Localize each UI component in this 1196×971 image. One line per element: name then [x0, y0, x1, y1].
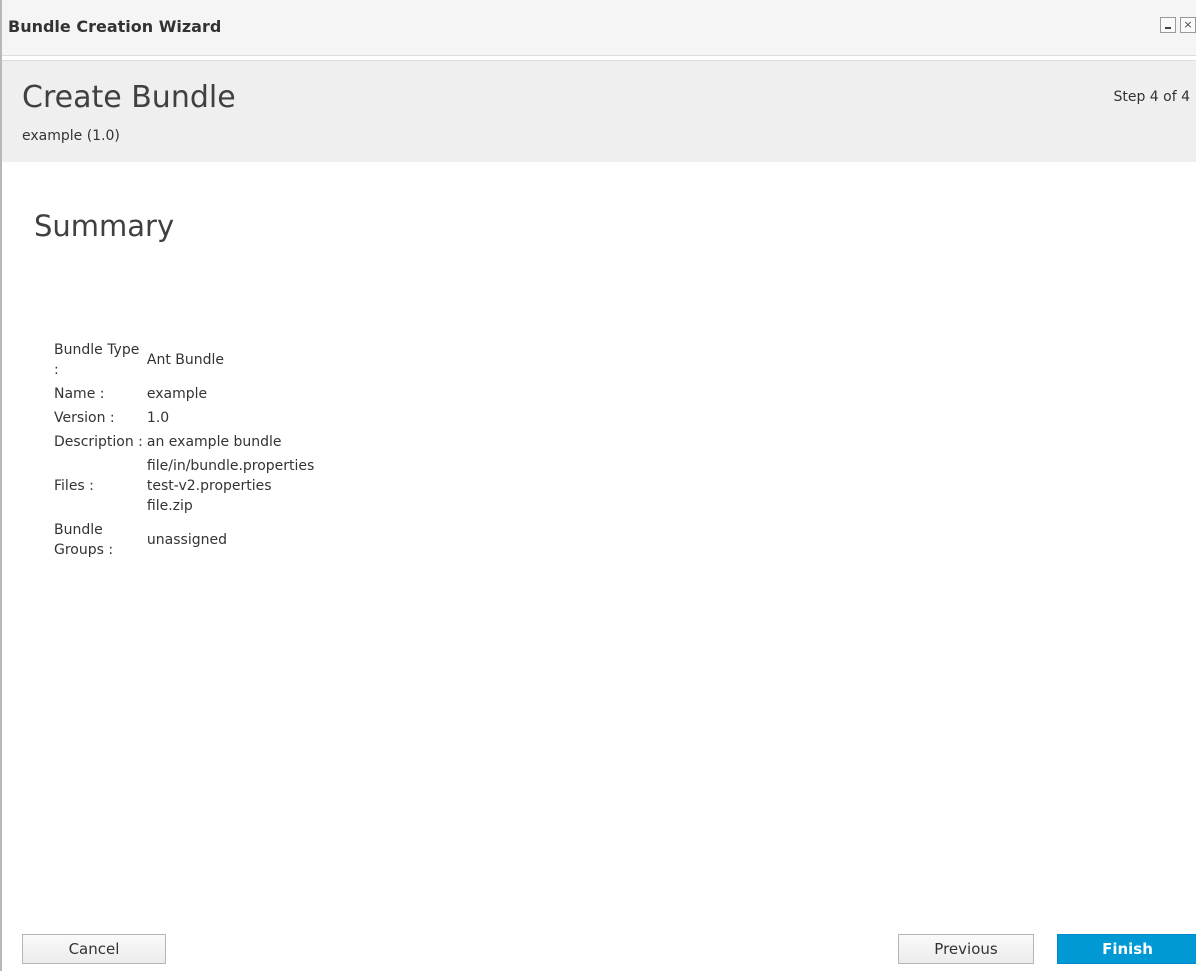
summary-label: Version : [54, 410, 115, 426]
summary-row-bundle-type: Bundle Type : Ant Bundle [50, 338, 316, 382]
summary-value: example [146, 386, 208, 402]
previous-button[interactable]: Previous [898, 934, 1034, 964]
summary-value: unassigned [146, 532, 227, 548]
summary-value: 1.0 [146, 410, 170, 426]
file-item: file.zip [146, 498, 193, 514]
window-titlebar[interactable]: Bundle Creation Wizard × [2, 0, 1196, 56]
summary-row-description: Description : an example bundle [50, 430, 316, 454]
summary-row-bundle-groups: Bundle Groups : unassigned [50, 518, 316, 562]
summary-row-name: Name : example [50, 382, 316, 406]
wizard-header: Create Bundle example (1.0) Step 4 of 4 [2, 60, 1196, 162]
summary-label: Name : [54, 386, 105, 402]
summary-label: Bundle Groups : [54, 522, 114, 558]
summary-label: Description : [54, 434, 143, 450]
summary-row-version: Version : 1.0 [50, 406, 316, 430]
close-icon[interactable]: × [1180, 17, 1196, 33]
summary-label: Bundle Type : [54, 342, 140, 378]
file-item: test-v2.properties [146, 478, 272, 494]
summary-value: an example bundle [146, 434, 282, 450]
cancel-button[interactable]: Cancel [22, 934, 166, 964]
summary-value: Ant Bundle [146, 352, 225, 368]
bundle-subtitle: example (1.0) [22, 128, 120, 144]
bundle-creation-wizard-window: Bundle Creation Wizard × Create Bundle e… [0, 0, 1196, 971]
window-title: Bundle Creation Wizard [8, 17, 222, 36]
summary-heading: Summary [34, 209, 175, 243]
summary-table: Bundle Type : Ant Bundle Name : example … [50, 338, 316, 562]
finish-button[interactable]: Finish [1057, 934, 1196, 964]
summary-value-files: file/in/bundle.properties test-v2.proper… [143, 454, 316, 518]
summary-row-files: Files : file/in/bundle.properties test-v… [50, 454, 316, 518]
file-item: file/in/bundle.properties [146, 458, 315, 474]
page-title: Create Bundle [22, 80, 236, 115]
minimize-icon[interactable] [1160, 17, 1176, 33]
summary-label: Files : [54, 478, 94, 494]
step-indicator: Step 4 of 4 [1113, 89, 1190, 105]
